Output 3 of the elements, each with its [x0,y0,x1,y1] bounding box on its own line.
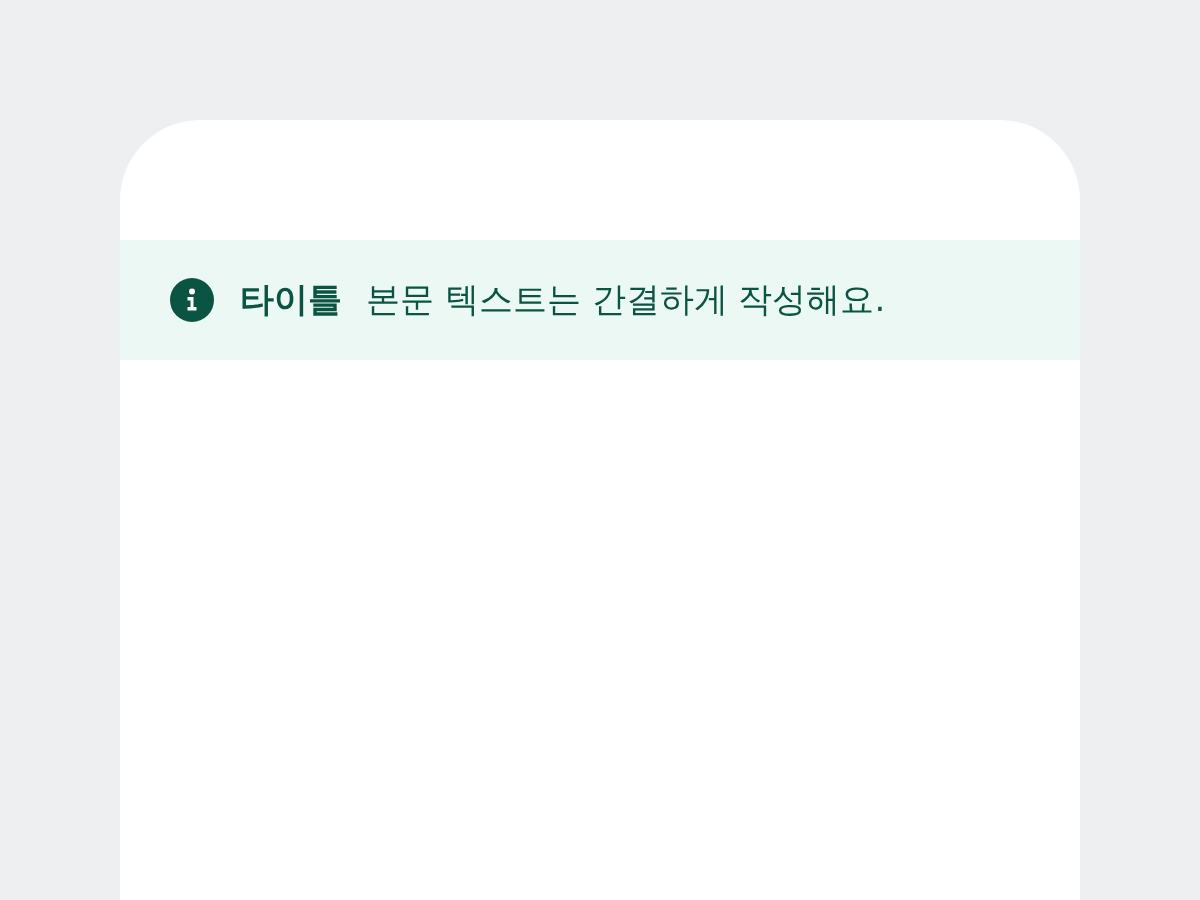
banner-title: 타이틀 [240,278,342,321]
info-icon [170,278,214,322]
banner-text: 본문 텍스트는 간결하게 작성해요. [366,278,886,321]
